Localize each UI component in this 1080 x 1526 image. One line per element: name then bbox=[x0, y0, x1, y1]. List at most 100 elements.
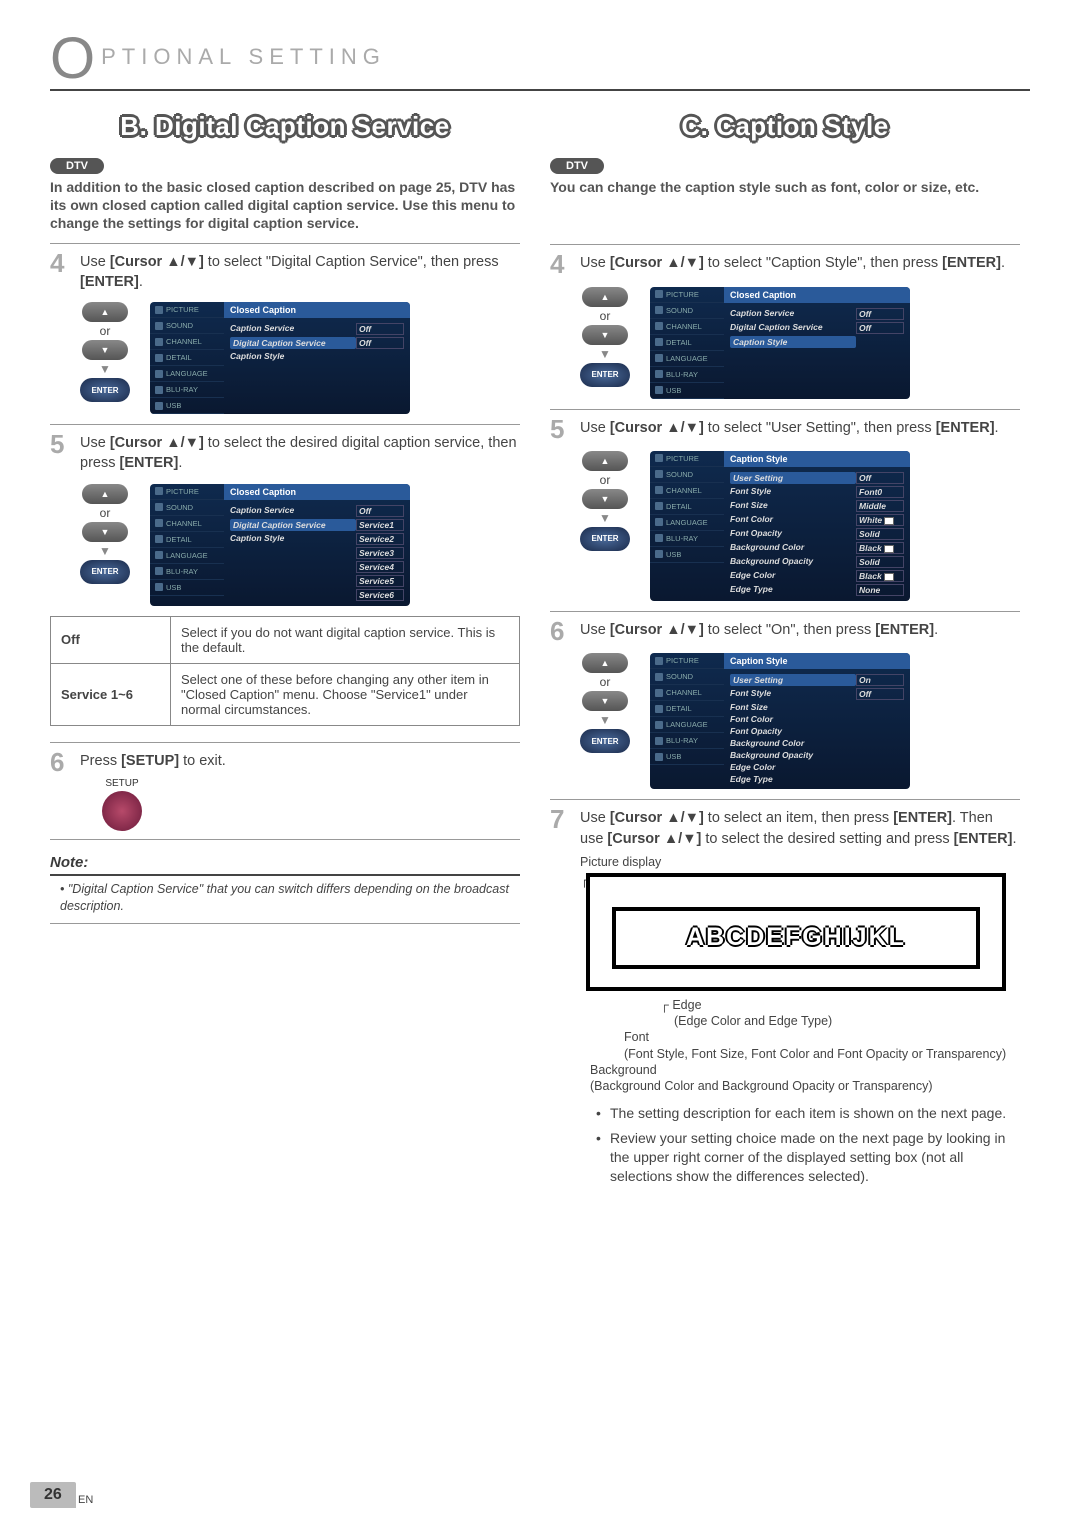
step-number-4: 4 bbox=[550, 253, 572, 276]
enter-button[interactable]: ENTER bbox=[80, 560, 130, 584]
osd-row: Service5 bbox=[230, 574, 404, 588]
section-c-title: C. Caption Style bbox=[550, 111, 1020, 142]
osd-row: Font Color bbox=[730, 713, 904, 725]
setup-button-group: SETUP bbox=[92, 778, 152, 831]
header-text: PTIONAL SETTING bbox=[101, 44, 386, 74]
osd-tab: DETAIL bbox=[150, 532, 224, 548]
osd-tab: USB bbox=[650, 383, 724, 399]
c-step-5-text: Use [Cursor ▲/▼] to select "User Setting… bbox=[580, 418, 1020, 438]
osd-tab: SOUND bbox=[150, 318, 224, 334]
osd-row: User SettingOff bbox=[730, 471, 904, 485]
or-label: or bbox=[100, 506, 111, 520]
osd-row: Digital Caption ServiceOff bbox=[730, 321, 904, 335]
or-label: or bbox=[100, 324, 111, 338]
divider bbox=[550, 611, 1020, 612]
divider bbox=[550, 799, 1020, 800]
cursor-down-button[interactable]: ▼ bbox=[582, 489, 628, 509]
cursor-down-button[interactable]: ▼ bbox=[82, 340, 128, 360]
picture-frame-outer: ABCDEFGHIJKL bbox=[586, 873, 1006, 991]
osd-row: User SettingOn bbox=[730, 673, 904, 687]
cursor-up-button[interactable]: ▲ bbox=[582, 653, 628, 673]
cursor-up-button[interactable]: ▲ bbox=[582, 287, 628, 307]
osd-row: Edge TypeNone bbox=[730, 583, 904, 597]
enter-button[interactable]: ENTER bbox=[580, 363, 630, 387]
bg-label: Background bbox=[590, 1063, 657, 1077]
osd-tab: PICTURE bbox=[150, 484, 224, 500]
osd-screenshot-b4: PICTURESOUNDCHANNELDETAILLANGUAGEBLU-RAY… bbox=[150, 302, 410, 414]
language-label: EN bbox=[78, 1494, 93, 1506]
osd-tab: BLU-RAY bbox=[650, 733, 724, 749]
osd-screenshot-c4: PICTURESOUNDCHANNELDETAILLANGUAGEBLU-RAY… bbox=[650, 287, 910, 399]
cursor-up-button[interactable]: ▲ bbox=[82, 484, 128, 504]
header-initial: O bbox=[50, 30, 97, 88]
osd-row: Font StyleOff bbox=[730, 687, 904, 701]
osd-row: Background OpacitySolid bbox=[730, 555, 904, 569]
setup-button[interactable] bbox=[102, 791, 142, 831]
options-table: OffSelect if you do not want digital cap… bbox=[50, 616, 520, 726]
or-label: or bbox=[600, 675, 611, 689]
font-desc: (Font Style, Font Size, Font Color and F… bbox=[624, 1047, 1006, 1061]
arrow-down-icon: ▼ bbox=[599, 347, 611, 361]
enter-button[interactable]: ENTER bbox=[80, 378, 130, 402]
step-number-5: 5 bbox=[550, 418, 572, 441]
arrow-down-icon: ▼ bbox=[599, 511, 611, 525]
osd-row: Font SizeMiddle bbox=[730, 499, 904, 513]
step-4-text: Use [Cursor ▲/▼] to select "Digital Capt… bbox=[80, 252, 520, 293]
divider bbox=[50, 243, 520, 244]
osd-row: Caption ServiceOff bbox=[230, 504, 404, 518]
osd-row: Font OpacitySolid bbox=[730, 527, 904, 541]
picture-display-diagram: Picture display ┌ ABCDEFGHIJKL ┌ Edge (E… bbox=[580, 855, 1020, 1186]
osd-tab: LANGUAGE bbox=[150, 548, 224, 564]
osd-tab: LANGUAGE bbox=[650, 717, 724, 733]
osd-row: Digital Caption ServiceOff bbox=[230, 336, 404, 350]
osd-screenshot-c5: PICTURESOUNDCHANNELDETAILLANGUAGEBLU-RAY… bbox=[650, 451, 910, 601]
step-number-4: 4 bbox=[50, 252, 72, 275]
osd-row: Caption ServiceOff bbox=[230, 322, 404, 336]
enter-button[interactable]: ENTER bbox=[580, 729, 630, 753]
osd-screenshot-c6: PICTURESOUNDCHANNELDETAILLANGUAGEBLU-RAY… bbox=[650, 653, 910, 789]
font-label: Font bbox=[624, 1030, 649, 1044]
osd-tab: USB bbox=[650, 547, 724, 563]
osd-tab: SOUND bbox=[650, 467, 724, 483]
arrow-down-icon: ▼ bbox=[99, 362, 111, 376]
cursor-up-button[interactable]: ▲ bbox=[82, 302, 128, 322]
section-c-intro: You can change the caption style such as… bbox=[550, 178, 1020, 196]
note-text: • "Digital Caption Service" that you can… bbox=[50, 881, 520, 915]
dtv-badge: DTV bbox=[550, 158, 604, 174]
osd-tab: USB bbox=[650, 749, 724, 765]
cursor-down-button[interactable]: ▼ bbox=[582, 691, 628, 711]
osd-tab: DETAIL bbox=[650, 701, 724, 717]
list-item: Review your setting choice made on the n… bbox=[596, 1129, 1020, 1186]
note-rule bbox=[50, 874, 520, 876]
osd-tab: DETAIL bbox=[150, 350, 224, 366]
info-bullets: The setting description for each item is… bbox=[580, 1104, 1020, 1186]
osd-row: Digital Caption ServiceService1 bbox=[230, 518, 404, 532]
cursor-down-button[interactable]: ▼ bbox=[82, 522, 128, 542]
divider bbox=[50, 839, 520, 840]
section-b-title: B. Digital Caption Service bbox=[50, 111, 520, 142]
osd-tab: LANGUAGE bbox=[150, 366, 224, 382]
osd-tab: CHANNEL bbox=[150, 334, 224, 350]
osd-row: Edge Color bbox=[730, 761, 904, 773]
cursor-down-button[interactable]: ▼ bbox=[582, 325, 628, 345]
c-step-7-text: Use [Cursor ▲/▼] to select an item, then… bbox=[580, 808, 1020, 849]
cursor-buttons: ▲ or ▼ ▼ ENTER bbox=[580, 653, 630, 753]
osd-tab: LANGUAGE bbox=[650, 351, 724, 367]
osd-tab: BLU-RAY bbox=[150, 382, 224, 398]
section-c: C. Caption Style DTV You can change the … bbox=[550, 111, 1020, 1192]
osd-row: Font ColorWhite bbox=[730, 513, 904, 527]
osd-screenshot-b5: PICTURESOUNDCHANNELDETAILLANGUAGEBLU-RAY… bbox=[150, 484, 410, 606]
osd-row: Font StyleFont0 bbox=[730, 485, 904, 499]
cursor-up-button[interactable]: ▲ bbox=[582, 451, 628, 471]
osd-tab: PICTURE bbox=[650, 451, 724, 467]
step-6-text: Press [SETUP] to exit. bbox=[80, 751, 520, 771]
osd-tab: DETAIL bbox=[650, 499, 724, 515]
osd-tab: BLU-RAY bbox=[650, 367, 724, 383]
c-step-4-text: Use [Cursor ▲/▼] to select "Caption Styl… bbox=[580, 253, 1020, 273]
osd-row: Service4 bbox=[230, 560, 404, 574]
enter-button[interactable]: ENTER bbox=[580, 527, 630, 551]
osd-tab: PICTURE bbox=[650, 653, 724, 669]
osd-row: Edge ColorBlack bbox=[730, 569, 904, 583]
picture-frame-inner: ABCDEFGHIJKL bbox=[612, 907, 980, 969]
table-row: OffSelect if you do not want digital cap… bbox=[51, 616, 520, 663]
